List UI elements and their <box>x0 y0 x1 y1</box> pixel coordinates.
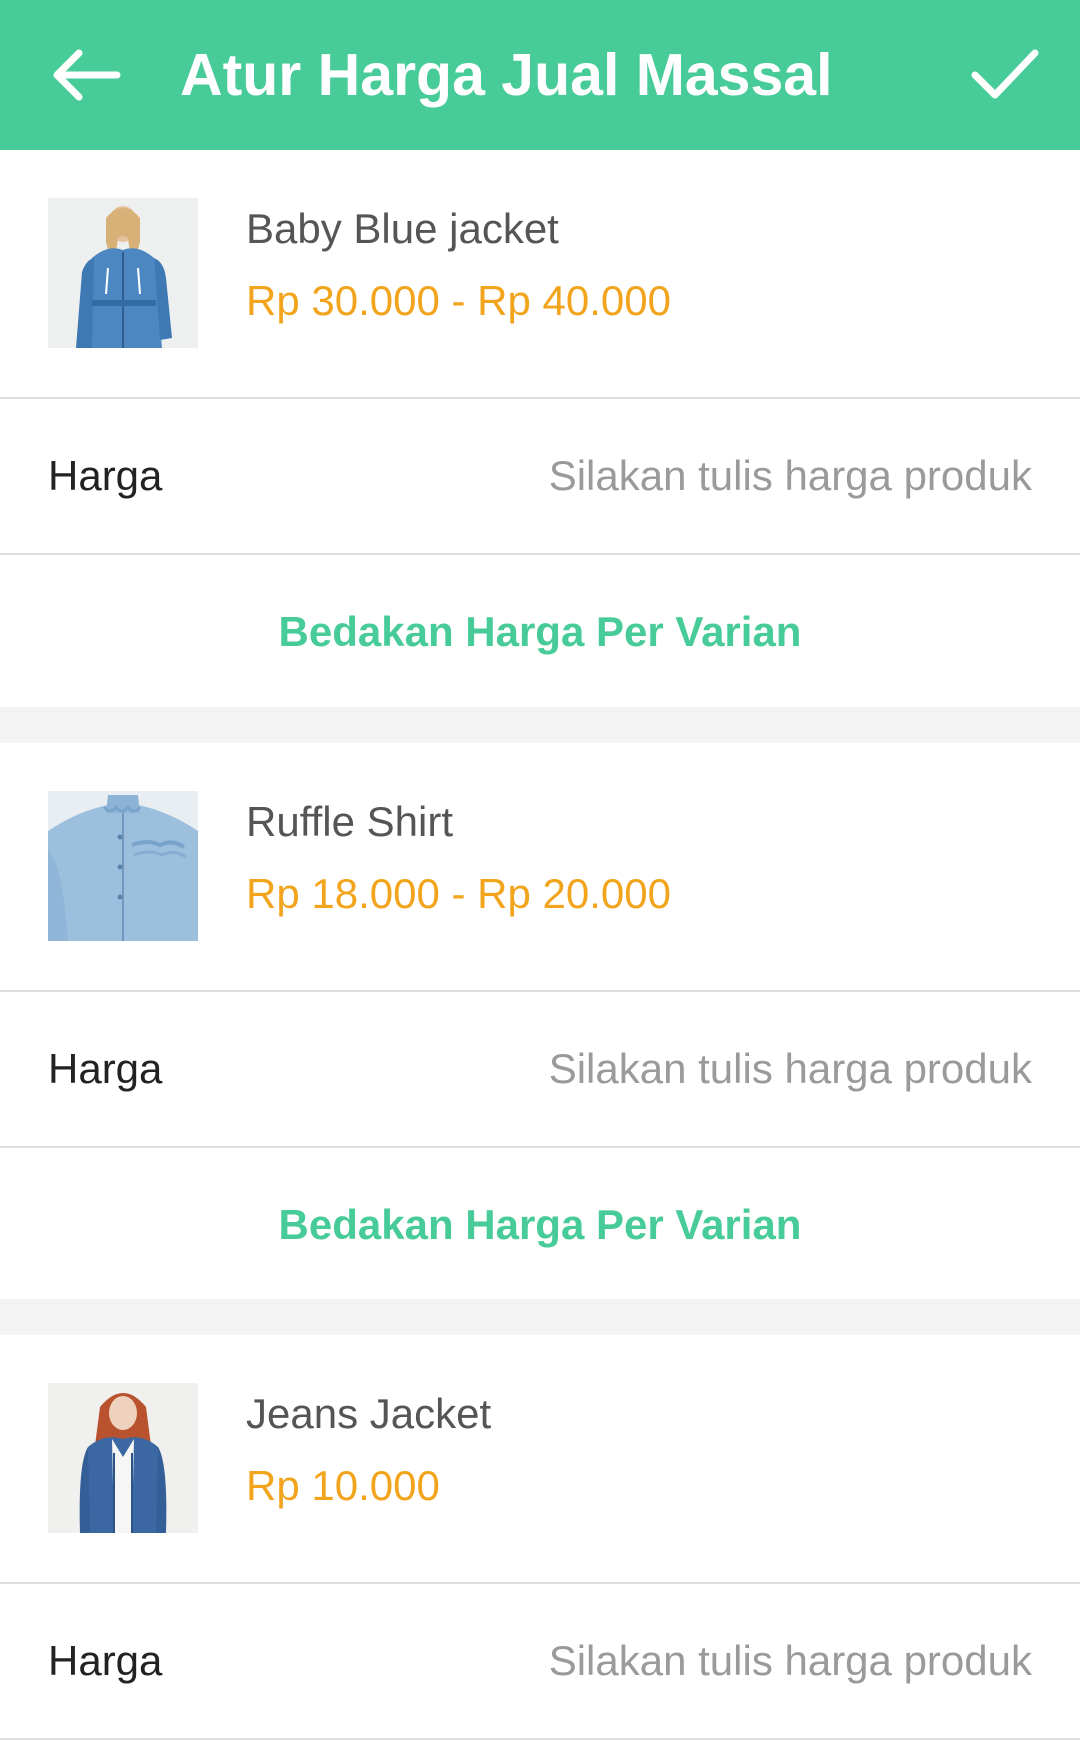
product-header: Jeans Jacket Rp 10.000 <box>0 1335 1080 1584</box>
arrow-left-icon <box>53 49 121 101</box>
product-card: Ruffle Shirt Rp 18.000 - Rp 20.000 Harga… <box>0 743 1080 1302</box>
page-title: Atur Harga Jual Massal <box>180 42 833 108</box>
product-header: Ruffle Shirt Rp 18.000 - Rp 20.000 <box>0 743 1080 992</box>
product-thumbnail <box>48 1383 198 1533</box>
harga-row: Harga <box>0 399 1080 555</box>
variant-row: Bedakan Harga Per Varian <box>0 1148 1080 1302</box>
harga-input[interactable] <box>472 1621 1032 1701</box>
section-divider <box>0 707 1080 743</box>
product-price: Rp 18.000 - Rp 20.000 <box>246 870 671 917</box>
product-thumbnail <box>48 791 198 941</box>
harga-input[interactable] <box>472 436 1032 516</box>
variant-row: Bedakan Harga Per Varian <box>0 555 1080 709</box>
section-divider <box>0 1299 1080 1335</box>
product-name: Jeans Jacket <box>246 1390 492 1437</box>
app-bar: Atur Harga Jual Massal <box>0 0 1080 150</box>
harga-label: Harga <box>48 1637 163 1684</box>
product-price: Rp 30.000 - Rp 40.000 <box>246 277 671 324</box>
confirm-button[interactable] <box>960 30 1050 120</box>
harga-input[interactable] <box>472 1029 1032 1109</box>
harga-label: Harga <box>48 1045 163 1092</box>
product-thumbnail <box>48 198 198 348</box>
harga-label: Harga <box>48 452 163 499</box>
product-name: Baby Blue jacket <box>246 205 559 252</box>
variant-price-button[interactable]: Bedakan Harga Per Varian <box>279 608 802 656</box>
back-button[interactable] <box>40 30 130 120</box>
product-name: Ruffle Shirt <box>246 798 453 845</box>
harga-row: Harga <box>0 992 1080 1148</box>
product-price: Rp 10.000 <box>246 1462 440 1509</box>
checkmark-icon <box>971 49 1039 99</box>
product-card: Jeans Jacket Rp 10.000 Harga <box>0 1335 1080 1740</box>
variant-price-button[interactable]: Bedakan Harga Per Varian <box>279 1201 802 1249</box>
product-header: Baby Blue jacket Rp 30.000 - Rp 40.000 <box>0 150 1080 399</box>
product-card: Baby Blue jacket Rp 30.000 - Rp 40.000 H… <box>0 150 1080 709</box>
harga-row: Harga <box>0 1584 1080 1740</box>
